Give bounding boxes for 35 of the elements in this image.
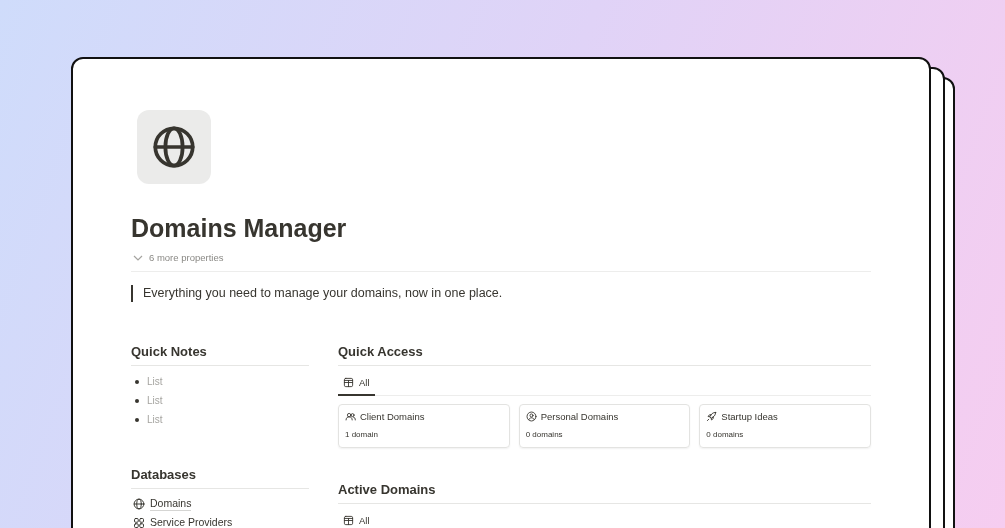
gallery-card[interactable]: Client Domains 1 domain [338, 404, 510, 448]
rocket-icon [706, 411, 718, 422]
list-item: List [147, 414, 163, 425]
view-tab[interactable]: All [338, 510, 375, 528]
list-item: List [147, 395, 163, 406]
bullet-icon [135, 398, 139, 403]
section-heading: Active Domains [338, 482, 871, 504]
card-count: 0 domains [706, 430, 745, 439]
globe-icon [133, 497, 145, 510]
database-link[interactable]: Service Providers [150, 515, 233, 528]
globe-icon [151, 124, 197, 170]
quote-text: Everything you need to manage your domains, now in one place. [131, 285, 871, 302]
people-icon [345, 411, 356, 422]
table-icon [343, 377, 354, 388]
card-title: Personal Domains [540, 411, 619, 422]
table-icon [343, 515, 354, 526]
gallery-card[interactable]: Personal Domains 0 domains [518, 404, 691, 448]
section-heading: Quick Notes [131, 344, 309, 366]
list-item: List [147, 376, 163, 387]
section-heading: Quick Access [338, 344, 871, 366]
card-count: 0 domains [525, 430, 564, 439]
view-tab[interactable]: All [338, 372, 375, 396]
chevron-down-icon [133, 254, 143, 261]
card-title: Client Domains [360, 411, 425, 422]
gallery-card[interactable]: Startup Ideas 0 domains [699, 404, 871, 448]
card-count: 1 domain [345, 430, 379, 439]
section-heading: Databases [131, 467, 309, 489]
database-link[interactable]: Domains [150, 496, 192, 511]
page-title: Domains Manager [131, 213, 348, 244]
person-circle-icon [525, 411, 537, 422]
card-title: Startup Ideas [721, 411, 778, 422]
bullet-icon [135, 379, 139, 384]
properties-toggle[interactable]: 6 more properties [149, 252, 224, 263]
grid-icon [133, 516, 145, 528]
bullet-icon [135, 417, 139, 422]
